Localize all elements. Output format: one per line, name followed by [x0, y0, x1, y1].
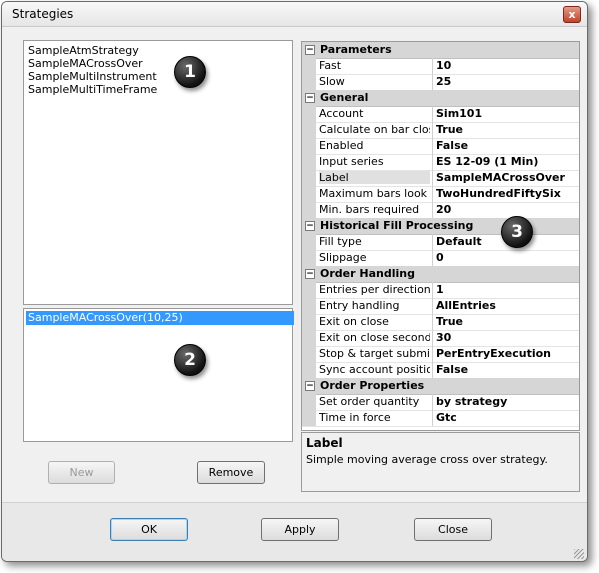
- close-window-button[interactable]: x: [563, 6, 581, 23]
- collapse-icon[interactable]: −: [305, 269, 315, 279]
- strategy-list[interactable]: SampleAtmStrategy SampleMACrossOver Samp…: [23, 40, 293, 305]
- property-value[interactable]: False: [436, 139, 468, 152]
- property-grid[interactable]: − Parameters Fast 10 Slow 25 − General A…: [301, 41, 580, 431]
- resize-grip[interactable]: [574, 549, 584, 559]
- property-row[interactable]: Entries per direction 1: [302, 282, 579, 299]
- property-description: Label Simple moving average cross over s…: [301, 432, 580, 492]
- property-row-selected[interactable]: Label SampleMACrossOver: [302, 170, 579, 187]
- property-value[interactable]: True: [436, 315, 463, 328]
- property-value[interactable]: Sim101: [436, 107, 482, 120]
- property-row[interactable]: Slippage 0: [302, 250, 579, 267]
- property-row[interactable]: Fast 10: [302, 58, 579, 75]
- close-icon: x: [568, 8, 576, 21]
- collapse-icon[interactable]: −: [305, 221, 315, 231]
- property-value[interactable]: 30: [436, 331, 451, 344]
- active-strategy-item[interactable]: SampleMACrossOver(10,25): [26, 311, 294, 325]
- collapse-icon[interactable]: −: [305, 93, 315, 103]
- category-general[interactable]: − General: [302, 90, 579, 107]
- property-name: Exit on close seconds: [319, 331, 430, 344]
- property-name: Fast: [319, 59, 342, 72]
- property-row[interactable]: Set order quantity by strategy: [302, 394, 579, 411]
- close-button[interactable]: Close: [414, 518, 492, 541]
- property-row[interactable]: Exit on close seconds 30: [302, 330, 579, 347]
- description-text: Simple moving average cross over strateg…: [306, 453, 548, 466]
- property-value[interactable]: AllEntries: [436, 299, 496, 312]
- new-button[interactable]: New: [48, 461, 115, 484]
- category-order-handling[interactable]: − Order Handling: [302, 266, 579, 283]
- property-row[interactable]: Stop & target submission PerEntryExecuti…: [302, 346, 579, 363]
- property-name: Entry handling: [319, 299, 400, 312]
- apply-button[interactable]: Apply: [261, 518, 339, 541]
- category-parameters[interactable]: − Parameters: [302, 42, 579, 59]
- property-row[interactable]: Entry handling AllEntries: [302, 298, 579, 315]
- property-value[interactable]: TwoHundredFiftySix: [436, 187, 561, 200]
- category-order-properties[interactable]: − Order Properties: [302, 378, 579, 395]
- property-value[interactable]: SampleMACrossOver: [436, 171, 565, 184]
- strategy-list-item[interactable]: SampleAtmStrategy: [28, 44, 139, 57]
- property-row[interactable]: Maximum bars look back TwoHundredFiftySi…: [302, 186, 579, 203]
- property-value[interactable]: 10: [436, 59, 451, 72]
- callout-badge-1: 1: [174, 56, 206, 88]
- property-value[interactable]: 1: [436, 283, 444, 296]
- collapse-icon[interactable]: −: [305, 381, 315, 391]
- property-name: Sync account position: [319, 363, 430, 376]
- property-name: Enabled: [319, 139, 364, 152]
- property-value[interactable]: ES 12-09 (1 Min): [436, 155, 538, 168]
- property-value[interactable]: by strategy: [436, 395, 507, 408]
- strategy-list-item[interactable]: SampleMultiInstrument: [28, 70, 157, 83]
- property-name: Stop & target submission: [319, 347, 430, 360]
- category-label: Historical Fill Processing: [320, 219, 474, 232]
- property-name: Entries per direction: [319, 283, 430, 296]
- property-name: Maximum bars look back: [319, 187, 430, 200]
- property-row[interactable]: Slow 25: [302, 74, 579, 91]
- property-row[interactable]: Time in force Gtc: [302, 410, 579, 427]
- property-row[interactable]: Exit on close True: [302, 314, 579, 331]
- category-label: Order Handling: [320, 267, 415, 280]
- category-historical-fill[interactable]: − Historical Fill Processing: [302, 218, 579, 235]
- property-name: Exit on close: [319, 315, 389, 328]
- property-value[interactable]: PerEntryExecution: [436, 347, 551, 360]
- property-name: Set order quantity: [319, 395, 420, 408]
- callout-badge-3: 3: [501, 216, 533, 248]
- property-value[interactable]: 25: [436, 75, 451, 88]
- property-row[interactable]: Sync account position False: [302, 362, 579, 379]
- property-name: Slippage: [319, 251, 367, 264]
- property-name: Time in force: [319, 411, 391, 424]
- window-title: Strategies: [12, 7, 74, 21]
- strategies-dialog: Strategies x SampleAtmStrategy SampleMAC…: [1, 1, 588, 562]
- property-name: Label: [319, 171, 430, 184]
- active-strategy-list[interactable]: SampleMACrossOver(10,25) 2: [23, 308, 294, 442]
- property-value[interactable]: 20: [436, 203, 451, 216]
- property-row[interactable]: Enabled False: [302, 138, 579, 155]
- property-value[interactable]: Gtc: [436, 411, 457, 424]
- callout-badge-2: 2: [174, 344, 206, 376]
- remove-button[interactable]: Remove: [197, 461, 265, 484]
- strategy-list-item[interactable]: SampleMACrossOver: [28, 57, 143, 70]
- property-row[interactable]: Min. bars required 20: [302, 202, 579, 219]
- property-value[interactable]: Default: [436, 235, 482, 248]
- property-row[interactable]: Fill type Default: [302, 234, 579, 251]
- property-name: Slow: [319, 75, 345, 88]
- category-label: Order Properties: [320, 379, 425, 392]
- property-name: Account: [319, 107, 364, 120]
- ok-button[interactable]: OK: [110, 518, 188, 541]
- property-row[interactable]: Calculate on bar close True: [302, 122, 579, 139]
- property-name: Input series: [319, 155, 384, 168]
- property-value[interactable]: True: [436, 123, 463, 136]
- category-label: General: [320, 91, 369, 104]
- property-name: Min. bars required: [319, 203, 420, 216]
- title-bar[interactable]: Strategies x: [2, 2, 587, 27]
- property-name: Fill type: [319, 235, 362, 248]
- collapse-icon[interactable]: −: [305, 45, 315, 55]
- category-label: Parameters: [320, 43, 392, 56]
- description-title: Label: [306, 436, 343, 450]
- property-value[interactable]: False: [436, 363, 468, 376]
- dialog-footer: OK Apply Close: [2, 502, 587, 561]
- property-row[interactable]: Account Sim101: [302, 106, 579, 123]
- property-row[interactable]: Input series ES 12-09 (1 Min): [302, 154, 579, 171]
- property-value[interactable]: 0: [436, 251, 444, 264]
- property-name: Calculate on bar close: [319, 123, 430, 136]
- strategy-list-item[interactable]: SampleMultiTimeFrame: [28, 83, 157, 96]
